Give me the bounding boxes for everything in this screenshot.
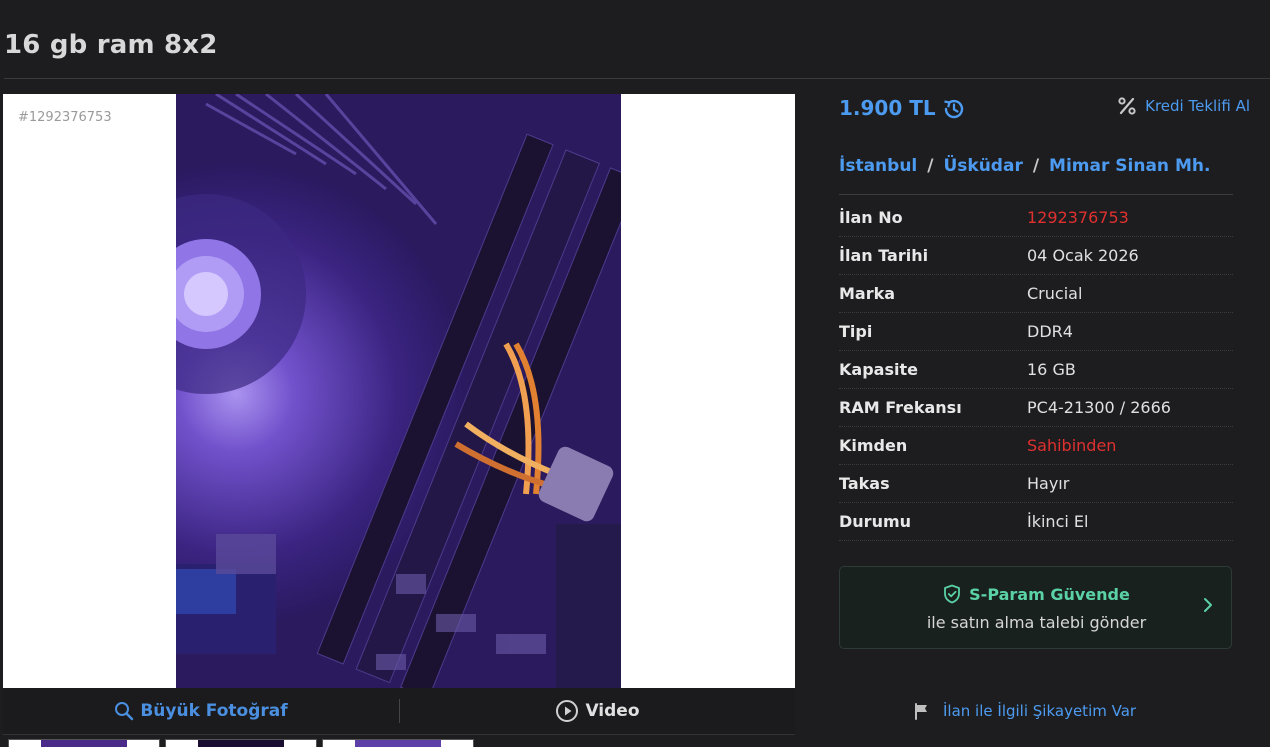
detail-row-brand: Marka Crucial — [839, 275, 1233, 313]
shield-check-icon — [944, 584, 961, 604]
detail-value: İkinci El — [1027, 512, 1089, 531]
sparam-title: S-Param Güvende — [969, 584, 1130, 604]
price-history-icon[interactable] — [941, 96, 967, 122]
listing-details-table: İlan No 1292376753 İlan Tarihi 04 Ocak 2… — [839, 199, 1233, 541]
detail-label: Tipi — [839, 322, 873, 341]
price-value: 1.900 TL — [839, 96, 936, 120]
detail-row-capacity: Kapasite 16 GB — [839, 351, 1233, 389]
detail-value: 1292376753 — [1027, 208, 1129, 227]
photo-gallery[interactable]: #1292376753 — [3, 94, 795, 688]
detail-value: Hayır — [1027, 474, 1070, 493]
info-divider — [839, 194, 1233, 195]
detail-value: PC4-21300 / 2666 — [1027, 398, 1171, 417]
credit-offer-label: Kredi Teklifi Al — [1145, 97, 1250, 115]
detail-label: Durumu — [839, 512, 912, 531]
photo-id-label: #1292376753 — [18, 110, 112, 125]
play-circle-icon — [556, 700, 579, 722]
breadcrumb-separator: / — [927, 156, 934, 176]
listing-photo[interactable] — [176, 94, 621, 688]
thumbnail-strip — [3, 736, 795, 747]
breadcrumb-district[interactable]: Üsküdar — [943, 156, 1022, 176]
detail-label: Marka — [839, 284, 896, 303]
detail-label: Takas — [839, 474, 890, 493]
thumbnail-3[interactable] — [322, 739, 474, 747]
detail-value: 16 GB — [1027, 360, 1076, 379]
thumbnail-1[interactable] — [8, 739, 160, 747]
detail-label: İlan No — [839, 208, 903, 227]
breadcrumb-neighborhood[interactable]: Mimar Sinan Mh. — [1049, 156, 1210, 176]
sparam-secure-purchase-card[interactable]: S-Param Güvende ile satın alma talebi gö… — [839, 566, 1232, 649]
gallery-toolbar: Büyük Fotoğraf Video — [3, 688, 795, 735]
detail-row-listing-date: İlan Tarihi 04 Ocak 2026 — [839, 237, 1233, 275]
credit-offer-link[interactable]: Kredi Teklifi Al — [1117, 96, 1250, 116]
detail-label: Kapasite — [839, 360, 918, 379]
detail-label: İlan Tarihi — [839, 246, 929, 265]
detail-value: 04 Ocak 2026 — [1027, 246, 1139, 265]
detail-label: Kimden — [839, 436, 908, 455]
detail-value: Crucial — [1027, 284, 1083, 303]
detail-value: DDR4 — [1027, 322, 1073, 341]
magnifier-icon — [115, 702, 134, 721]
detail-value: Sahibinden — [1027, 436, 1117, 455]
location-breadcrumb: İstanbul / Üsküdar / Mimar Sinan Mh. — [839, 156, 1210, 176]
listing-photo-illustration — [176, 94, 621, 688]
percent-icon — [1118, 97, 1136, 115]
sparam-title-row: S-Param Güvende — [840, 584, 1233, 604]
title-divider — [4, 78, 1270, 79]
detail-row-exchange: Takas Hayır — [839, 465, 1233, 503]
detail-row-condition: Durumu İkinci El — [839, 503, 1233, 541]
detail-label: RAM Frekansı — [839, 398, 962, 417]
thumbnail-2[interactable] — [165, 739, 317, 747]
report-listing-label: İlan ile İlgili Şikayetim Var — [943, 702, 1137, 720]
video-label: Video — [585, 701, 640, 721]
detail-row-ram-frequency: RAM Frekansı PC4-21300 / 2666 — [839, 389, 1233, 427]
video-button[interactable]: Video — [400, 688, 795, 734]
sparam-subtitle: ile satın alma talebi gönder — [926, 613, 1147, 632]
big-photo-button[interactable]: Büyük Fotoğraf — [3, 688, 399, 734]
page-title: 16 gb ram 8x2 — [4, 30, 218, 60]
detail-row-seller-type: Kimden Sahibinden — [839, 427, 1233, 465]
chevron-right-icon — [1204, 598, 1212, 612]
big-photo-label: Büyük Fotoğraf — [140, 701, 288, 721]
detail-row-type: Tipi DDR4 — [839, 313, 1233, 351]
breadcrumb-city[interactable]: İstanbul — [839, 156, 917, 176]
flag-icon — [915, 703, 927, 720]
breadcrumb-separator: / — [1032, 156, 1040, 176]
report-listing-link[interactable]: İlan ile İlgili Şikayetim Var — [913, 702, 1136, 720]
detail-row-listing-no: İlan No 1292376753 — [839, 199, 1233, 237]
